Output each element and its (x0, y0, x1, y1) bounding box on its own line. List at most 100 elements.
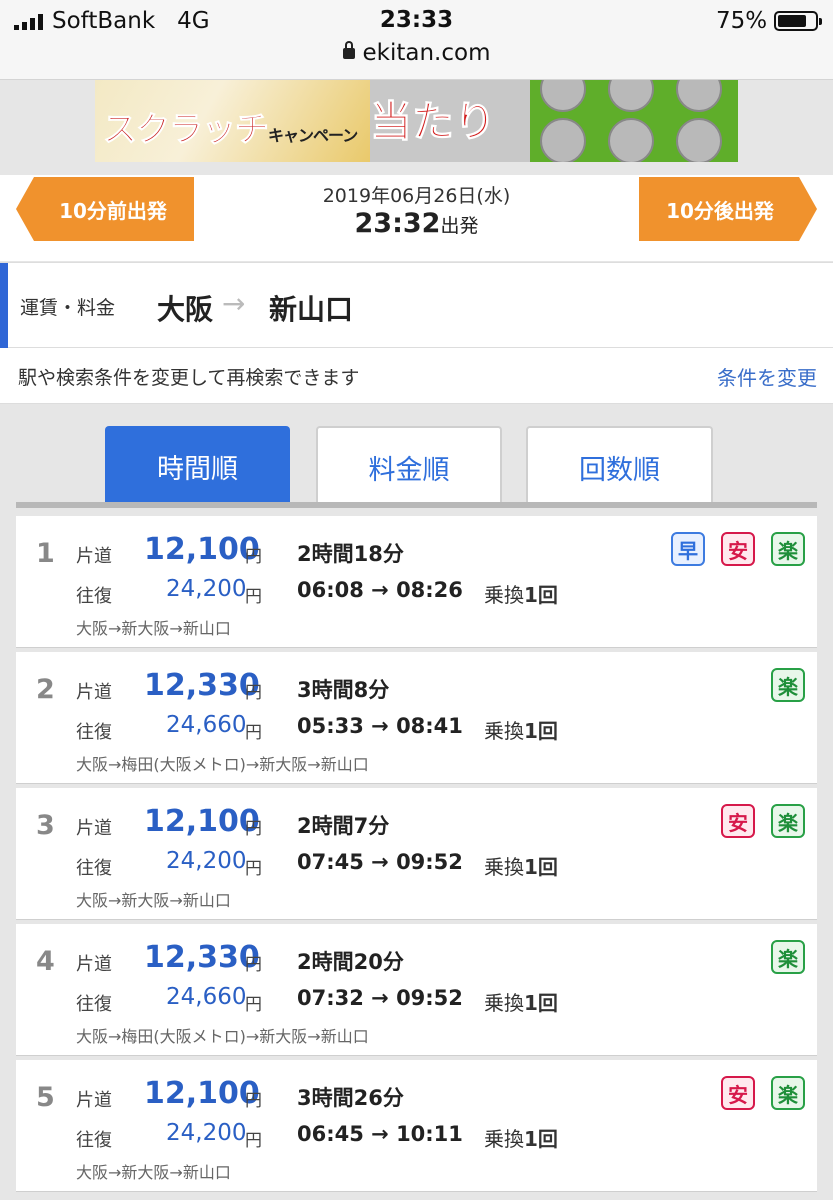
transfer-count: 乗換1回 (484, 991, 558, 1015)
round-trip-label: 往復 (76, 586, 112, 607)
round-trip-fare: 24,660 (166, 712, 247, 738)
route-header: 運賃・料金 大阪 → 新山口 (0, 262, 833, 349)
change-condition-link[interactable]: 条件を変更 (717, 362, 817, 391)
result-rank: 1 (36, 538, 55, 569)
transfer-count: 乗換1回 (484, 855, 558, 879)
battery-percent: 75% (716, 8, 768, 34)
scratch-coin-icon (676, 118, 722, 162)
scratch-coin-icon (608, 80, 654, 112)
yen-unit: 円 (245, 547, 262, 567)
lock-icon (342, 41, 355, 59)
result-card[interactable]: 5 片道 12,100 円 往復 24,200 円 3時間26分 06:45 →… (16, 1060, 817, 1192)
yen-unit: 円 (245, 819, 262, 839)
result-card[interactable]: 4 片道 12,330 円 往復 24,660 円 2時間20分 07:32 →… (16, 924, 817, 1056)
ad-scratch-panel (530, 80, 738, 162)
ad-title: スクラッチキャンペーン (103, 110, 359, 151)
yen-unit: 円 (245, 1091, 262, 1111)
scratch-coin-icon (608, 118, 654, 162)
yen-unit: 円 (245, 587, 262, 607)
tabs-underline (16, 502, 817, 508)
route-path: 大阪→新大阪→新山口 (76, 1163, 231, 1182)
url-bar[interactable]: ekitan.com (0, 40, 833, 66)
route-path: 大阪→新大阪→新山口 (76, 619, 231, 638)
yen-unit: 円 (245, 683, 262, 703)
search-condition-bar: 駅や検索条件を変更して再検索できます 条件を変更 (0, 348, 833, 404)
tab-transfer-order[interactable]: 回数順 (526, 426, 713, 506)
one-way-label: 片道 (76, 818, 112, 839)
travel-duration: 2時間20分 (297, 950, 404, 974)
result-rank: 2 (36, 674, 55, 705)
departure-arrival-times: 07:32 → 09:52 (297, 986, 463, 1010)
tab-fare-order[interactable]: 料金順 (316, 426, 502, 506)
scratch-coin-icon (540, 80, 586, 112)
one-way-fare: 12,330 (144, 940, 260, 975)
yen-unit: 円 (245, 955, 262, 975)
ad-hit-text: 当たり (369, 97, 497, 147)
departure-navigator: 10分前出発 2019年06月26日(水) 23:32出発 10分後出発 (0, 175, 833, 261)
result-rank: 4 (36, 946, 55, 977)
result-rank: 5 (36, 1082, 55, 1113)
route-arrow-icon: → (222, 287, 246, 320)
scratch-coin-icon (676, 80, 722, 112)
departure-suffix: 出発 (440, 215, 479, 237)
departure-arrival-times: 06:08 → 08:26 (297, 578, 463, 602)
tab-time-order[interactable]: 時間順 (105, 426, 290, 506)
battery-icon (774, 11, 822, 31)
yen-unit: 円 (245, 859, 262, 879)
departure-arrival-times: 06:45 → 10:11 (297, 1122, 463, 1146)
route-path: 大阪→梅田(大阪メトロ)→新大阪→新山口 (76, 1027, 369, 1046)
round-trip-fare: 24,200 (166, 576, 247, 602)
condition-text: 駅や検索条件を変更して再検索できます (18, 367, 360, 389)
result-card[interactable]: 3 片道 12,100 円 往復 24,200 円 2時間7分 07:45 → … (16, 788, 817, 920)
easiest-badge: 楽 (771, 804, 805, 838)
yen-unit: 円 (245, 723, 262, 743)
scratch-coin-icon (540, 118, 586, 162)
round-trip-fare: 24,200 (166, 848, 247, 874)
travel-duration: 2時間7分 (297, 814, 390, 838)
next-10min-button[interactable]: 10分後出発 (639, 177, 817, 241)
one-way-fare: 12,330 (144, 668, 260, 703)
round-trip-label: 往復 (76, 858, 112, 879)
one-way-fare: 12,100 (144, 532, 260, 567)
easiest-badge: 楽 (771, 668, 805, 702)
one-way-label: 片道 (76, 682, 112, 703)
ad-banner[interactable]: スクラッチキャンペーン 当たり (95, 80, 738, 162)
one-way-fare: 12,100 (144, 804, 260, 839)
easiest-badge: 楽 (771, 532, 805, 566)
result-card[interactable]: 2 片道 12,330 円 往復 24,660 円 3時間8分 05:33 → … (16, 652, 817, 784)
round-trip-label: 往復 (76, 722, 112, 743)
departure-arrival-times: 07:45 → 09:52 (297, 850, 463, 874)
route-path: 大阪→新大阪→新山口 (76, 891, 231, 910)
travel-duration: 3時間26分 (297, 1086, 404, 1110)
transfer-count: 乗換1回 (484, 719, 558, 743)
easiest-badge: 楽 (771, 1076, 805, 1110)
round-trip-fare: 24,660 (166, 984, 247, 1010)
fastest-badge: 早 (671, 532, 705, 566)
travel-duration: 3時間8分 (297, 678, 390, 702)
one-way-fare: 12,100 (144, 1076, 260, 1111)
easiest-badge: 楽 (771, 940, 805, 974)
one-way-label: 片道 (76, 1090, 112, 1111)
cheapest-badge: 安 (721, 532, 755, 566)
round-trip-label: 往復 (76, 994, 112, 1015)
cheapest-badge: 安 (721, 804, 755, 838)
result-card[interactable]: 1 片道 12,100 円 往復 24,200 円 2時間18分 06:08 →… (16, 516, 817, 648)
route-accent-bar (0, 263, 8, 349)
yen-unit: 円 (245, 1131, 262, 1151)
round-trip-fare: 24,200 (166, 1120, 247, 1146)
departure-arrival-times: 05:33 → 08:41 (297, 714, 463, 738)
one-way-label: 片道 (76, 954, 112, 975)
route-to: 新山口 (269, 293, 354, 326)
route-label: 運賃・料金 (20, 297, 116, 319)
cheapest-badge: 安 (721, 1076, 755, 1110)
route-from: 大阪 (157, 293, 214, 326)
yen-unit: 円 (245, 995, 262, 1015)
sort-tabs: 時間順 料金順 回数順 (0, 404, 833, 508)
round-trip-label: 往復 (76, 1130, 112, 1151)
route-path: 大阪→梅田(大阪メトロ)→新大阪→新山口 (76, 755, 369, 774)
one-way-label: 片道 (76, 546, 112, 567)
url-text: ekitan.com (362, 40, 491, 66)
transfer-count: 乗換1回 (484, 1127, 558, 1151)
travel-duration: 2時間18分 (297, 542, 404, 566)
result-rank: 3 (36, 810, 55, 841)
